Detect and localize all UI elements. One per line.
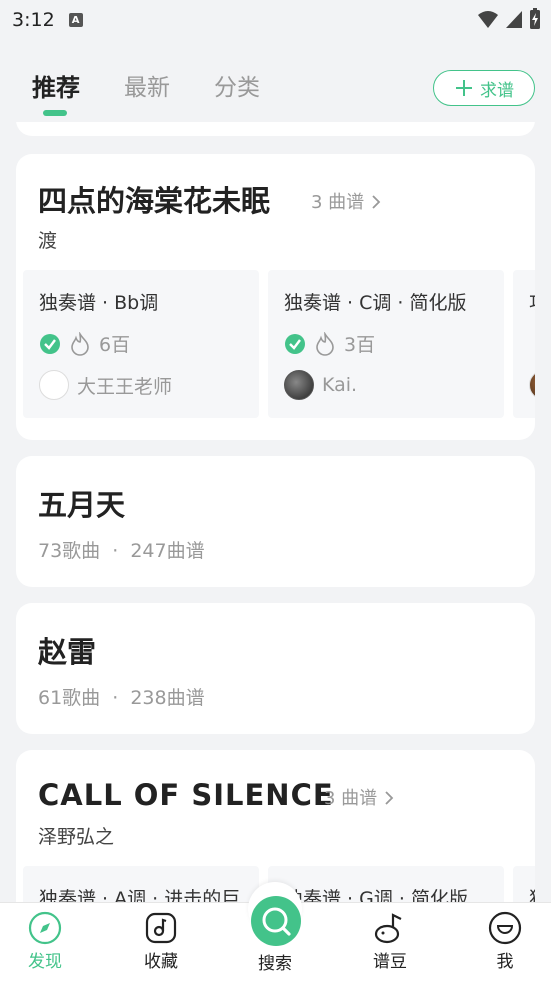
score-item[interactable]: 独奏谱 · Bb调 6百 大王王老师 bbox=[23, 270, 259, 418]
request-score-label: 求谱 bbox=[480, 80, 514, 101]
chevron-right-icon bbox=[372, 195, 381, 209]
music-note-icon bbox=[145, 912, 177, 944]
nav-me[interactable]: 我 bbox=[470, 911, 540, 972]
nav-label: 谱豆 bbox=[373, 952, 407, 972]
score-title: 独奏谱 · A调 · 进击的巨 bbox=[39, 888, 241, 902]
meta-dot: · bbox=[112, 687, 119, 709]
score-count-link[interactable]: 3 曲谱 bbox=[311, 188, 382, 214]
previous-card-stub bbox=[16, 122, 535, 136]
top-tabs: 推荐 最新 分类 求谱 bbox=[0, 60, 551, 116]
score-title: 独奏谱 · G调 · 简化版 bbox=[284, 888, 468, 902]
plus-icon bbox=[456, 80, 472, 96]
score-author[interactable]: 大王王老师 bbox=[39, 370, 172, 400]
score-count: 3 曲谱 bbox=[324, 788, 378, 809]
nav-favorites[interactable]: 收藏 bbox=[126, 911, 196, 972]
chevron-right-icon bbox=[385, 791, 394, 805]
author-name: 大王王老师 bbox=[77, 375, 173, 398]
score-item[interactable]: 独奏谱 · G调 · 简化版 bbox=[268, 866, 504, 902]
song-count: 61歌曲 bbox=[38, 687, 101, 709]
note-bean-icon bbox=[374, 913, 402, 944]
tab-category[interactable]: 分类 bbox=[214, 68, 260, 102]
nav-label: 搜索 bbox=[258, 954, 292, 974]
wifi-icon bbox=[478, 11, 498, 28]
avatar bbox=[39, 370, 69, 400]
song-title: 四点的海棠花未眠 bbox=[38, 184, 271, 218]
status-icons bbox=[477, 8, 541, 30]
meta-dot: · bbox=[112, 540, 119, 562]
score-item-partial[interactable]: 独 bbox=[513, 866, 535, 902]
verified-check-icon bbox=[285, 333, 305, 354]
artist-title: 五月天 bbox=[38, 488, 126, 522]
active-tab-indicator bbox=[43, 110, 67, 116]
search-icon bbox=[262, 907, 291, 936]
score-item-partial[interactable]: 功 bbox=[513, 270, 535, 418]
score-badges: 3百 bbox=[284, 330, 375, 357]
nav-label: 收藏 bbox=[144, 952, 178, 972]
score-author[interactable] bbox=[529, 370, 535, 400]
score-title: 功 bbox=[529, 288, 535, 315]
heat-count: 3百 bbox=[344, 334, 376, 356]
flame-icon bbox=[71, 331, 89, 356]
score-title: 独奏谱 · C调 · 简化版 bbox=[284, 292, 467, 314]
song-card-silence[interactable]: CALL OF SILENCE 3 曲谱 泽野弘之 独奏谱 · A调 · 进击的… bbox=[16, 750, 535, 902]
tab-latest[interactable]: 最新 bbox=[124, 68, 170, 102]
score-count: 238曲谱 bbox=[130, 687, 205, 709]
score-count-link[interactable]: 3 曲谱 bbox=[324, 784, 395, 810]
artist-meta: 61歌曲 · 238曲谱 bbox=[38, 683, 205, 710]
tab-recommend[interactable]: 推荐 bbox=[32, 68, 80, 103]
nav-search[interactable]: 搜索 bbox=[240, 947, 310, 974]
signal-icon bbox=[506, 11, 522, 28]
nav-label: 我 bbox=[496, 952, 514, 972]
status-time: 3:12 bbox=[12, 9, 55, 31]
score-title: 独奏谱 · Bb调 bbox=[39, 292, 159, 314]
accessibility-icon: A bbox=[68, 13, 83, 27]
verified-check-icon bbox=[40, 333, 60, 354]
author-name: Kai. bbox=[322, 374, 358, 396]
song-count: 73歌曲 bbox=[38, 540, 101, 562]
battery-icon bbox=[530, 8, 540, 29]
artist-meta: 73歌曲 · 247曲谱 bbox=[38, 536, 205, 563]
score-carousel[interactable]: 独奏谱 · Bb调 6百 大王王老师 独奏谱 · C调 · 简化版 3百 Kai… bbox=[23, 270, 535, 418]
compass-icon bbox=[28, 911, 62, 945]
score-count: 247曲谱 bbox=[130, 540, 205, 562]
score-item[interactable]: 独奏谱 · C调 · 简化版 3百 Kai. bbox=[268, 270, 504, 418]
artist-name: 渡 bbox=[38, 230, 58, 252]
artist-name: 泽野弘之 bbox=[38, 826, 115, 848]
avatar bbox=[284, 370, 314, 400]
heat-count: 6百 bbox=[99, 334, 131, 356]
smiley-face-icon bbox=[488, 911, 522, 945]
song-title: CALL OF SILENCE bbox=[38, 778, 334, 812]
request-score-button[interactable]: 求谱 bbox=[433, 70, 535, 106]
artist-card-wuyuetian[interactable]: 五月天 73歌曲 · 247曲谱 bbox=[16, 456, 535, 587]
search-fab-button[interactable] bbox=[251, 896, 301, 946]
nav-discover[interactable]: 发现 bbox=[10, 911, 80, 972]
score-badges: 6百 bbox=[39, 330, 130, 357]
nav-beans[interactable]: 谱豆 bbox=[355, 911, 425, 972]
artist-card-zhaolei[interactable]: 赵雷 61歌曲 · 238曲谱 bbox=[16, 603, 535, 734]
artist-title: 赵雷 bbox=[38, 635, 97, 669]
avatar bbox=[529, 370, 535, 400]
flame-icon bbox=[316, 331, 334, 356]
feed[interactable]: 四点的海棠花未眠 3 曲谱 渡 独奏谱 · Bb调 6百 大王王老师 独奏谱 · bbox=[0, 122, 551, 902]
score-title: 独 bbox=[529, 884, 535, 902]
score-author[interactable]: Kai. bbox=[284, 370, 357, 400]
nav-label: 发现 bbox=[28, 952, 62, 972]
score-count: 3 曲谱 bbox=[311, 192, 365, 213]
song-card-haitang[interactable]: 四点的海棠花未眠 3 曲谱 渡 独奏谱 · Bb调 6百 大王王老师 独奏谱 · bbox=[16, 154, 535, 440]
score-item[interactable]: 独奏谱 · A调 · 进击的巨 bbox=[23, 866, 259, 902]
status-bar: 3:12 A bbox=[0, 0, 551, 40]
